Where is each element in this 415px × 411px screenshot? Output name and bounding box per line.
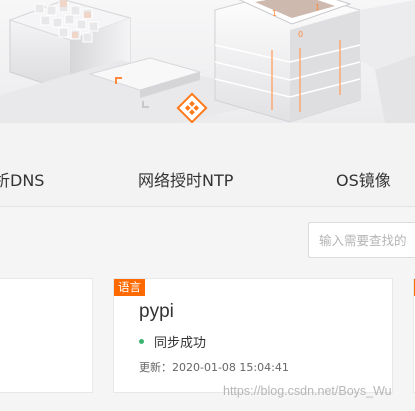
mirror-name[interactable]: pypi [139, 301, 174, 323]
mirror-card-partial-left[interactable] [0, 278, 93, 393]
svg-text:0: 0 [298, 30, 303, 39]
hero-banner: 0 1 1 [0, 0, 415, 123]
svg-text:1: 1 [272, 9, 277, 18]
tab-dns[interactable]: 析DNS [0, 170, 44, 192]
watermark: https://blog.csdn.net/Boys_Wu [223, 384, 392, 398]
status-dot-icon [139, 339, 144, 344]
svg-text:1: 1 [315, 3, 320, 12]
last-updated: 更新：2020-01-08 15:04:41 [139, 361, 289, 374]
tab-os-mirror[interactable]: OS镜像 [336, 170, 391, 192]
sync-status-label: 同步成功 [154, 336, 207, 351]
search-input[interactable] [308, 222, 415, 258]
mirror-card-pypi[interactable]: 语言 pypi 同步成功 更新：2020-01-08 15:04:41 [113, 278, 393, 393]
hero-illustration: 0 1 1 [0, 0, 415, 123]
sync-status: 同步成功 [139, 332, 206, 351]
category-tab-bar: 析DNS 网络授时NTP OS镜像 [0, 123, 415, 207]
category-badge: 语言 [114, 279, 145, 296]
tab-ntp[interactable]: 网络授时NTP [138, 170, 233, 192]
